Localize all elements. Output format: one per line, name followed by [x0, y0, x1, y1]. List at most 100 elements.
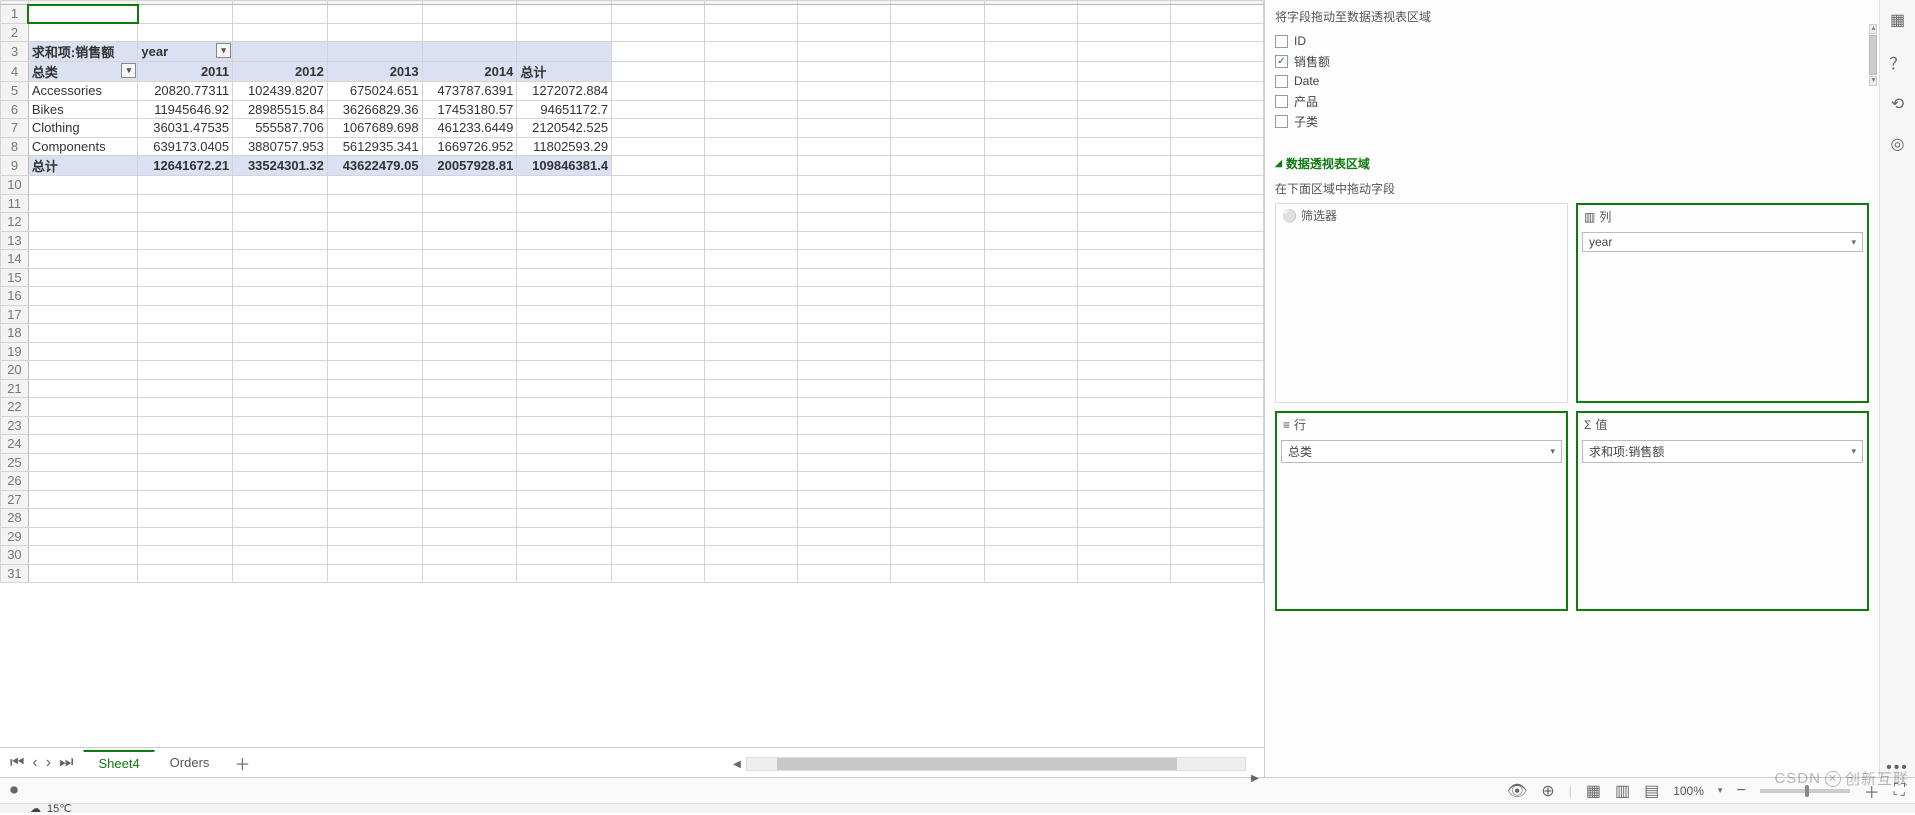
row-header[interactable]: 24	[1, 435, 29, 454]
checkbox-icon[interactable]: ✓	[1275, 55, 1288, 68]
pivot-row-total[interactable]: 1272072.884	[517, 82, 612, 101]
row-header[interactable]: 11	[1, 194, 29, 213]
row-header[interactable]: 23	[1, 416, 29, 435]
pivot-grand-cell[interactable]: 43622479.05	[327, 156, 422, 176]
add-sheet-button[interactable]: ＋	[224, 751, 260, 775]
cell-A1[interactable]	[28, 5, 138, 24]
target-icon[interactable]: ◎	[1891, 134, 1905, 154]
pivot-cell[interactable]: 28985515.84	[233, 100, 328, 119]
pivot-row-label[interactable]: Accessories	[28, 82, 138, 101]
pivot-cell[interactable]: 675024.651	[327, 82, 422, 101]
page-break-view-icon[interactable]: ▤	[1644, 781, 1659, 801]
row-header[interactable]: 18	[1, 324, 29, 343]
pivot-col-label[interactable]: 2011	[138, 62, 233, 82]
pivot-cell[interactable]: 36266829.36	[327, 100, 422, 119]
pivot-row-label[interactable]: Clothing	[28, 119, 138, 138]
first-sheet-icon[interactable]: ⏮	[10, 754, 24, 772]
pivot-cell[interactable]: 36031.47535	[138, 119, 233, 138]
area-item-year[interactable]: year▾	[1582, 232, 1863, 252]
scroll-right-icon[interactable]: ▶	[1248, 771, 1262, 785]
zoom-in-icon[interactable]: ＋	[1864, 779, 1880, 803]
pivot-cell[interactable]: 17453180.57	[422, 100, 517, 119]
pivot-row-total[interactable]: 11802593.29	[517, 137, 612, 156]
pivot-grand-cell[interactable]: 20057928.81	[422, 156, 517, 176]
tab-sheet4[interactable]: Sheet4	[83, 750, 154, 776]
pivot-grand-total[interactable]: 109846381.4	[517, 156, 612, 176]
row-header[interactable]: 29	[1, 527, 29, 546]
pivot-cell[interactable]: 639173.0405	[138, 137, 233, 156]
dropdown-icon[interactable]: ▾	[216, 43, 231, 58]
normal-view-icon[interactable]: ▦	[1586, 781, 1601, 801]
pivot-col-label[interactable]: 2012	[233, 62, 328, 82]
checkbox-icon[interactable]	[1275, 35, 1288, 48]
pivot-row-field[interactable]: 总类▾	[28, 62, 138, 82]
row-header[interactable]: 10	[1, 176, 29, 195]
row-header[interactable]: 8	[1, 137, 29, 156]
row-header[interactable]: 19	[1, 342, 29, 361]
pivot-row-total[interactable]: 94651172.7	[517, 100, 612, 119]
field-item[interactable]: ID	[1275, 31, 1869, 51]
pivot-row-label[interactable]: Bikes	[28, 100, 138, 119]
chevron-down-icon[interactable]: ▾	[1851, 237, 1856, 248]
row-header[interactable]: 17	[1, 305, 29, 324]
pivot-col-label[interactable]: 2014	[422, 62, 517, 82]
field-list-scroll-up-icon[interactable]: ▲	[1869, 24, 1877, 34]
pivot-column-field[interactable]: year▾	[138, 42, 233, 62]
row-header[interactable]: 26	[1, 472, 29, 491]
pivot-cell[interactable]: 3880757.953	[233, 137, 328, 156]
pivot-cell[interactable]: 102439.8207	[233, 82, 328, 101]
row-area[interactable]: ≡行 总类▾	[1275, 411, 1568, 611]
pivot-cell[interactable]: 555587.706	[233, 119, 328, 138]
row-header[interactable]: 22	[1, 398, 29, 417]
row-header[interactable]: 20	[1, 361, 29, 380]
area-item-category[interactable]: 总类▾	[1281, 440, 1562, 463]
horizontal-scrollbar[interactable]: ◀ ▶	[746, 757, 1246, 771]
analysis-icon[interactable]: ⟲	[1891, 94, 1904, 114]
filter-area[interactable]: ⚪筛选器	[1275, 203, 1568, 403]
more-icon[interactable]: •••	[1886, 759, 1909, 777]
page-layout-view-icon[interactable]: ▥	[1615, 781, 1630, 801]
row-header[interactable]: 5	[1, 82, 29, 101]
zoom-out-icon[interactable]: −	[1736, 782, 1745, 800]
field-item[interactable]: ✓销售额	[1275, 51, 1869, 71]
value-area[interactable]: Σ值 求和项:销售额▾	[1576, 411, 1869, 611]
chevron-down-icon[interactable]: ▾	[1550, 446, 1555, 457]
row-header[interactable]: 16	[1, 287, 29, 306]
chevron-down-icon[interactable]: ▾	[1718, 785, 1723, 796]
pivot-row-label[interactable]: Components	[28, 137, 138, 156]
focus-icon[interactable]: ⊕	[1541, 781, 1554, 801]
row-header[interactable]: 13	[1, 231, 29, 250]
grid[interactable]: 1 2 3 求和项:销售额 year▾ 4 总类▾ 2011 2012	[0, 0, 1264, 747]
tab-orders[interactable]: Orders	[155, 750, 225, 775]
pivot-cell[interactable]: 5612935.341	[327, 137, 422, 156]
pivot-cell[interactable]: 11945646.92	[138, 100, 233, 119]
zoom-slider[interactable]	[1760, 789, 1850, 793]
row-header[interactable]: 14	[1, 250, 29, 269]
checkbox-icon[interactable]	[1275, 95, 1288, 108]
row-header[interactable]: 30	[1, 546, 29, 565]
record-macro-icon[interactable]: ⏺	[10, 782, 18, 800]
field-item[interactable]: Date	[1275, 71, 1869, 91]
row-header[interactable]: 6	[1, 100, 29, 119]
pivot-cell[interactable]: 20820.77311	[138, 82, 233, 101]
zoom-value[interactable]: 100%	[1673, 784, 1704, 798]
field-list-scroll-thumb[interactable]	[1869, 35, 1877, 75]
row-header[interactable]: 31	[1, 564, 29, 583]
dropdown-icon[interactable]: ▾	[121, 63, 136, 78]
row-header[interactable]: 28	[1, 509, 29, 528]
pivot-grand-cell[interactable]: 33524301.32	[233, 156, 328, 176]
column-area[interactable]: ▥列 year▾	[1576, 203, 1869, 403]
area-item-sum-sales[interactable]: 求和项:销售额▾	[1582, 440, 1863, 463]
prev-sheet-icon[interactable]: ‹	[32, 754, 37, 772]
field-item[interactable]: 产品	[1275, 91, 1869, 111]
chevron-down-icon[interactable]: ▾	[1851, 446, 1856, 457]
row-header[interactable]: 21	[1, 379, 29, 398]
row-header[interactable]: 12	[1, 213, 29, 232]
field-list-scroll-down-icon[interactable]: ▼	[1869, 76, 1877, 86]
row-header[interactable]: 25	[1, 453, 29, 472]
pivot-value-field[interactable]: 求和项:销售额	[28, 42, 138, 62]
pivot-col-label[interactable]: 2013	[327, 62, 422, 82]
pivot-grand-row-label[interactable]: 总计	[28, 156, 138, 176]
scroll-left-icon[interactable]: ◀	[730, 757, 744, 771]
field-list[interactable]: ID ✓销售额 Date 产品 子类	[1275, 31, 1869, 143]
